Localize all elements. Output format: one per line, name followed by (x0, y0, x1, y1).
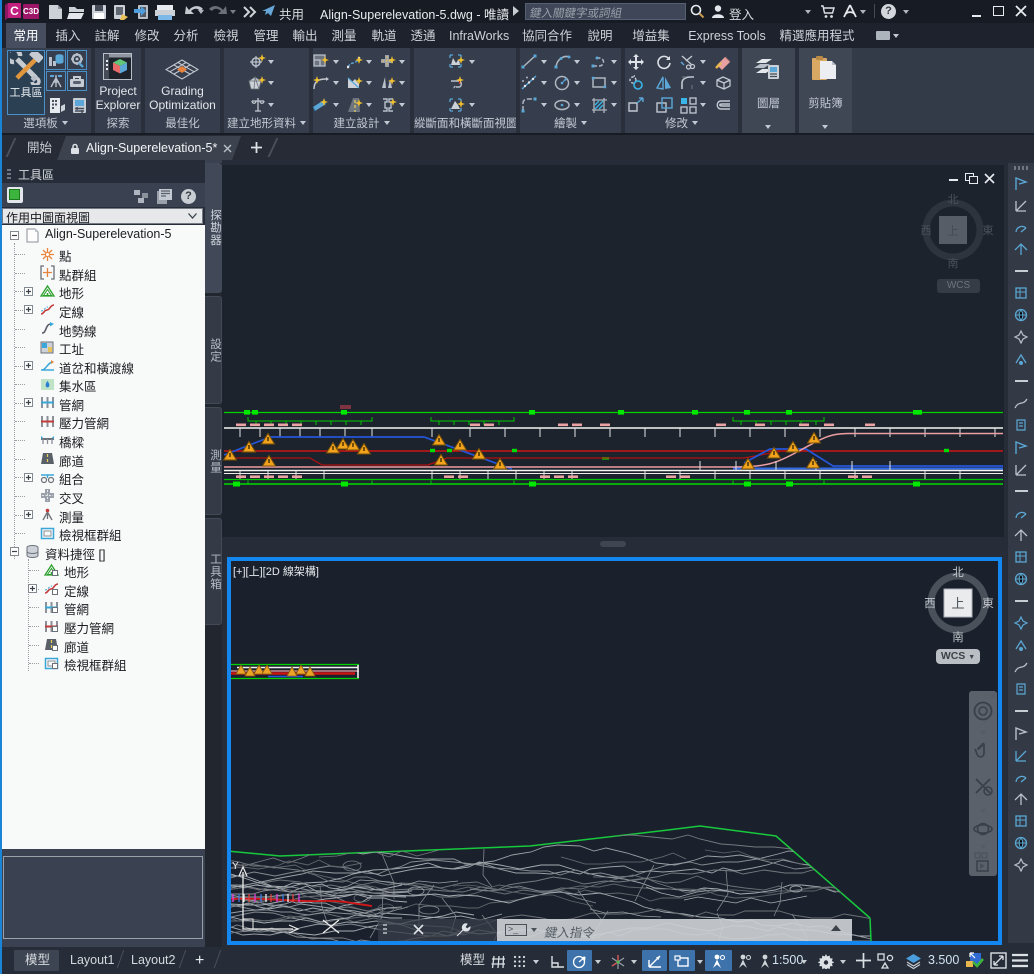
svg-text:西: 西 (924, 598, 936, 610)
svg-text:北: 北 (952, 566, 964, 579)
svg-text:南: 南 (948, 257, 959, 270)
svg-text:西: 西 (921, 225, 932, 237)
svg-text:Y: Y (232, 861, 239, 872)
svg-text:東: 東 (983, 224, 994, 237)
svg-text:上: 上 (947, 224, 959, 238)
svg-text:南: 南 (952, 630, 964, 644)
svg-text:北: 北 (948, 193, 959, 206)
svg-text:東: 東 (982, 597, 994, 610)
svg-text:C: C (10, 4, 19, 18)
svg-text:上: 上 (951, 596, 964, 611)
